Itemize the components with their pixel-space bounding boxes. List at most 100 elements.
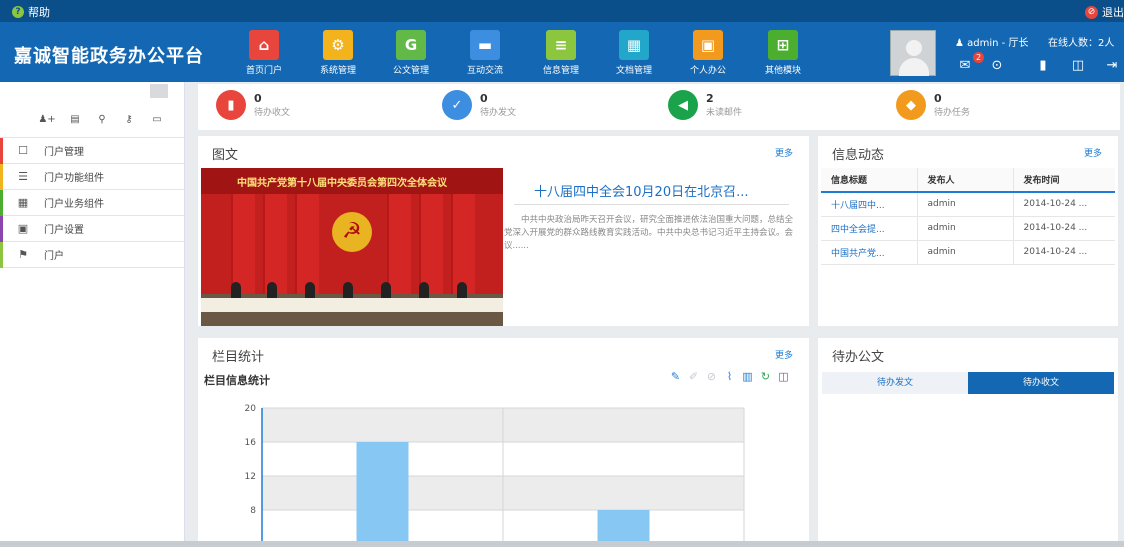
- user-icon: ♟: [955, 38, 964, 49]
- org-icon[interactable]: ⚲: [93, 112, 111, 128]
- chart-title: 栏目信息统计: [204, 374, 270, 387]
- stat-value: 0: [254, 92, 262, 105]
- table-row[interactable]: 四中全会提... admin 2014-10-24 ...: [821, 216, 1115, 241]
- tab-pending-receive[interactable]: 待办收文: [968, 372, 1114, 394]
- nav-system[interactable]: ⚙ 系统管理: [305, 30, 371, 82]
- bar-chart-icon[interactable]: ▥: [741, 370, 754, 383]
- list-icon[interactable]: ▤: [66, 112, 84, 128]
- check-icon: ✓: [442, 90, 472, 120]
- sidebar-item-portal-settings[interactable]: ▣ 门户设置: [0, 216, 184, 242]
- help-link[interactable]: ? 帮助: [12, 4, 50, 20]
- avatar-body: [899, 58, 929, 76]
- more-link[interactable]: 更多: [1084, 146, 1102, 159]
- sidebar-item-business-components[interactable]: ▦ 门户业务组件: [0, 190, 184, 216]
- sidebar-item-label: 门户: [44, 251, 64, 262]
- divider: [514, 204, 789, 205]
- accent-bar: [0, 164, 3, 190]
- grid-icon: ⊞: [768, 30, 798, 60]
- news-image[interactable]: 中国共产党第十八届中央委员会第四次全体会议 ☭: [201, 168, 503, 326]
- speaker-icon: ◀: [668, 90, 698, 120]
- info-icon: ≡: [546, 30, 576, 60]
- panel-title: 信息动态: [832, 148, 885, 163]
- bar: [597, 510, 650, 541]
- table-row[interactable]: 十八届四中... admin 2014-10-24 ...: [821, 192, 1115, 217]
- party-emblem: ☭: [332, 212, 372, 252]
- line-chart-icon[interactable]: ⌇: [723, 370, 736, 383]
- table-row[interactable]: 中国共产党... admin 2014-10-24 ...: [821, 240, 1115, 265]
- sidebar-item-portal[interactable]: ⚑ 门户: [0, 242, 184, 268]
- sidebar-item-portal-manage[interactable]: ☐ 门户管理: [0, 138, 184, 164]
- publisher-cell: admin: [916, 240, 1013, 265]
- user-label: admin - 厅长: [967, 38, 1029, 49]
- y-tick-label: 20: [245, 404, 257, 414]
- stat-pending-receive[interactable]: ▮ 0 待办收文: [216, 90, 290, 120]
- exit-icon[interactable]: ⇥: [1100, 56, 1124, 76]
- tag-icon: ◆: [896, 90, 926, 120]
- erase-icon[interactable]: ✐: [687, 370, 700, 383]
- bar: [356, 442, 409, 541]
- key-icon[interactable]: ⚷: [120, 112, 138, 128]
- bookmark-icon: ▮: [216, 90, 246, 120]
- accent-bar: [0, 242, 3, 268]
- y-tick-label: 16: [245, 438, 257, 448]
- tab-pending-send[interactable]: 待办发文: [822, 372, 968, 394]
- nav-files[interactable]: ▦ 文档管理: [601, 30, 667, 82]
- person: [457, 282, 467, 298]
- stat-pending-send[interactable]: ✓ 0 待办发文: [442, 90, 516, 120]
- stat-value: 0: [934, 92, 942, 105]
- panel-title: 栏目统计: [212, 350, 265, 365]
- sidebar-item-function-components[interactable]: ☰ 门户功能组件: [0, 164, 184, 190]
- save-image-icon[interactable]: ◫: [777, 370, 790, 383]
- refresh-icon[interactable]: ↻: [759, 370, 772, 383]
- accent-bar: [0, 216, 3, 242]
- nav-label: 信息管理: [542, 66, 579, 76]
- nav-chat[interactable]: ▬ 互动交流: [452, 30, 518, 82]
- stat-pending-tasks[interactable]: ◆ 0 待办任务: [896, 90, 970, 120]
- more-link[interactable]: 更多: [775, 146, 793, 159]
- bar-chart: 8 12 16 20: [245, 404, 745, 541]
- save-icon[interactable]: ◫: [1066, 56, 1090, 76]
- clipboard-icon[interactable]: ▮: [1031, 56, 1055, 76]
- settings-icon: ▣: [17, 221, 29, 235]
- column-header: 发布人: [916, 168, 1013, 193]
- desk: [201, 298, 503, 312]
- avatar-head: [906, 40, 922, 56]
- calendar-icon: ▦: [17, 195, 29, 209]
- date-cell: 2014-10-24 ...: [1012, 240, 1115, 265]
- drape: [451, 194, 475, 294]
- nav-documents[interactable]: G 公文管理: [378, 30, 444, 82]
- chart-toolbar: ✎ ✐ ⊘ ⌇ ▥ ↻ ◫: [669, 370, 790, 383]
- sidebar-item-label: 门户设置: [44, 225, 84, 236]
- info-title-cell[interactable]: 十八届四中...: [821, 192, 917, 217]
- stat-unread-mail[interactable]: ◀ 2 未读邮件: [668, 90, 742, 120]
- stat-value: 2: [706, 92, 714, 105]
- pending-docs-panel: 待办公文 待办发文 待办收文: [818, 338, 1118, 541]
- nav-label: 系统管理: [319, 66, 356, 76]
- nav-personal[interactable]: ▣ 个人办公: [675, 30, 741, 82]
- logout-link[interactable]: ⊘ 退出: [1085, 4, 1124, 20]
- person: [419, 282, 429, 298]
- sidebar-collapse-button[interactable]: [150, 84, 168, 98]
- avatar[interactable]: [890, 30, 936, 76]
- info-title-cell[interactable]: 中国共产党...: [821, 240, 917, 265]
- app-title: 嘉诚智能政务办公平台: [14, 46, 204, 67]
- nav-other[interactable]: ⊞ 其他模块: [750, 30, 816, 82]
- monitor-icon[interactable]: ▭: [148, 112, 166, 128]
- help-label: 帮助: [28, 6, 50, 19]
- search-icon[interactable]: ⊙: [985, 56, 1009, 76]
- clear-icon[interactable]: ⊘: [705, 370, 718, 383]
- add-user-icon[interactable]: ♟+: [38, 112, 56, 128]
- person: [381, 282, 391, 298]
- nav-info[interactable]: ≡ 信息管理: [528, 30, 594, 82]
- more-link[interactable]: 更多: [775, 348, 793, 361]
- nav-home[interactable]: ⌂ 首页门户: [231, 30, 297, 82]
- logout-label: 退出: [1102, 6, 1124, 19]
- current-user[interactable]: ♟ admin - 厅长: [955, 34, 1028, 49]
- mark-icon[interactable]: ✎: [669, 370, 682, 383]
- bottom-scrollbar[interactable]: [0, 541, 1124, 547]
- news-headline[interactable]: 十八届四中全会10月20日在北京召...: [534, 181, 748, 200]
- files-icon: ▦: [619, 30, 649, 60]
- info-title-cell[interactable]: 四中全会提...: [821, 216, 917, 241]
- stat-label: 待办发文: [480, 108, 517, 118]
- sidebar-item-label: 门户管理: [44, 147, 84, 158]
